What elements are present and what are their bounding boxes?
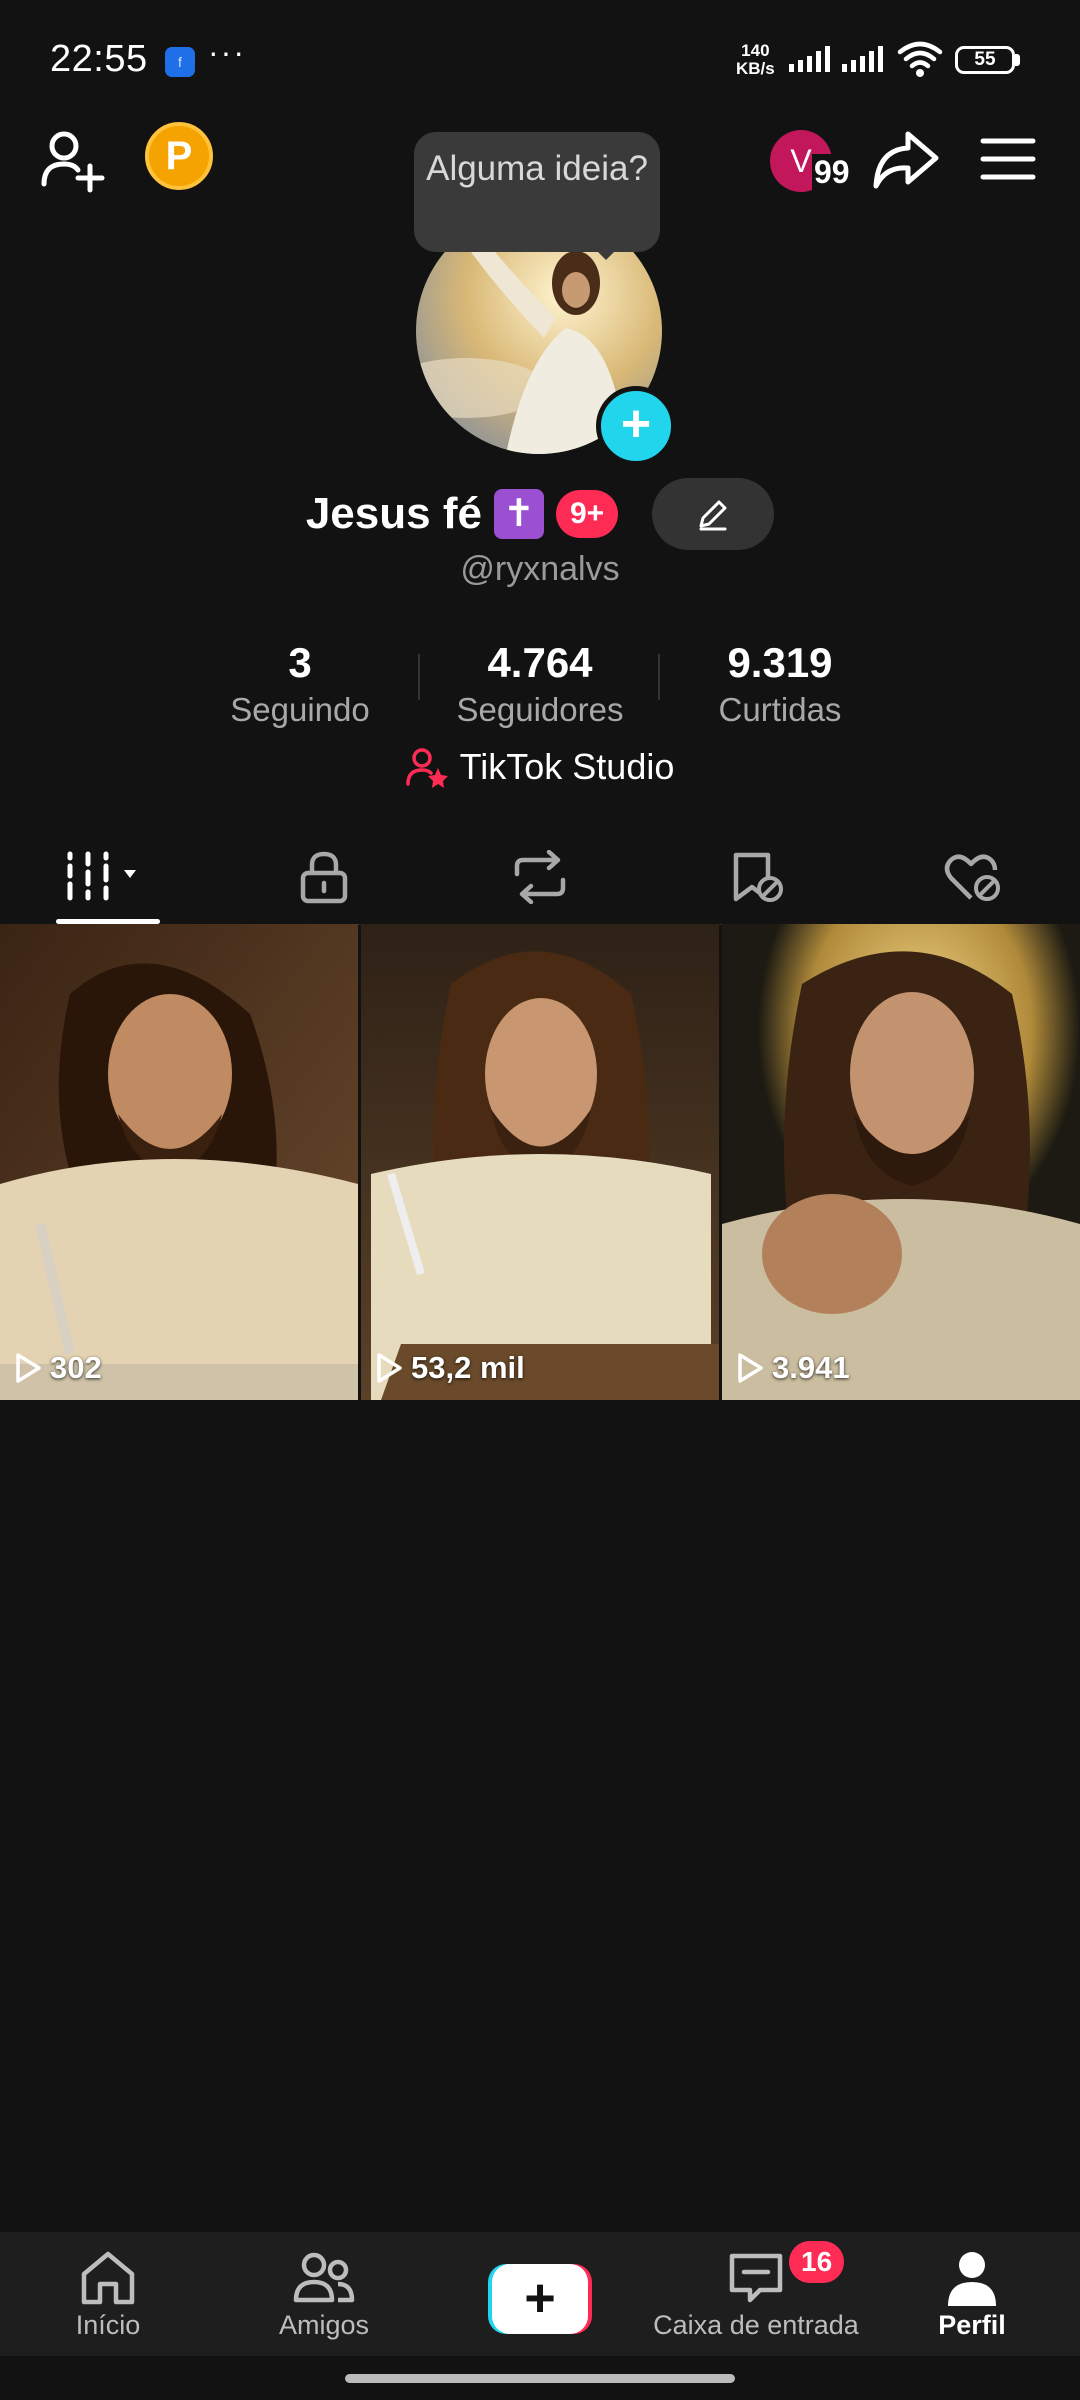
friends-icon [293, 2252, 355, 2303]
facebook-notification-icon: f [165, 47, 195, 77]
latin-cross-emoji: ✝ [493, 489, 544, 539]
lock-icon [300, 851, 348, 904]
tab-reposts[interactable] [432, 830, 648, 924]
name-row: Jesus fé ✝ 9+ [0, 478, 1080, 550]
wifi-icon [897, 41, 943, 77]
bookmark-hidden-icon [733, 852, 783, 902]
video-grid: 302 53,2 mil 3.941 [0, 924, 1080, 1400]
idea-tooltip[interactable]: Alguma ideia? [414, 132, 660, 252]
edit-profile-button[interactable] [652, 478, 775, 550]
profile-stats: 3 Seguindo 4.764 Seguidores 9.319 Curtid… [180, 636, 900, 730]
repost-icon [514, 850, 566, 904]
stat-value: 3 [288, 639, 312, 686]
tab-videos[interactable] [0, 830, 216, 924]
view-count-label: 302 [50, 1350, 102, 1385]
view-count: 3.941 [736, 1350, 850, 1386]
stat-followers[interactable]: 4.764 Seguidores [420, 636, 660, 730]
tab-favorites[interactable] [648, 830, 864, 924]
nav-friends-label: Amigos [278, 2310, 370, 2340]
share-icon[interactable] [870, 124, 942, 196]
stat-label: Seguidores [456, 691, 624, 728]
grid-icon [67, 851, 136, 901]
stat-value: 9.319 [727, 639, 833, 686]
home-icon [81, 2251, 135, 2305]
content-tabs [0, 830, 1080, 925]
nav-home[interactable]: Início [0, 2232, 216, 2356]
tab-liked[interactable] [864, 830, 1080, 924]
video-thumbnail-image [722, 924, 1080, 1400]
notification-badge[interactable]: 9+ [555, 490, 619, 538]
inbox-badge: 16 [786, 2238, 848, 2286]
signal-icon-2 [842, 46, 883, 72]
stat-value: 4.764 [487, 639, 593, 686]
bottom-navigation: Início Amigos + Caixa de entrada 16 Perf… [0, 2232, 1080, 2356]
video-thumbnail-image [361, 924, 719, 1400]
status-time: 22:55 [50, 38, 148, 80]
nav-profile-label: Perfil [938, 2310, 1006, 2340]
create-button[interactable]: + [488, 2264, 592, 2334]
creator-star-icon [405, 748, 448, 788]
video-thumbnail[interactable]: 3.941 [722, 924, 1080, 1400]
nav-profile[interactable]: Perfil [864, 2232, 1080, 2356]
nav-home-label: Início [75, 2310, 141, 2340]
tiktok-studio-label: TikTok Studio [459, 746, 675, 787]
profile-icon [948, 2252, 996, 2306]
view-count: 53,2 mil [375, 1350, 525, 1386]
stat-label: Seguindo [230, 691, 370, 728]
inbox-icon [729, 2253, 783, 2303]
display-name: Jesus fé [305, 489, 482, 538]
pencil-icon [699, 500, 727, 531]
plus-icon: + [492, 2264, 588, 2334]
add-story-button[interactable]: + [596, 386, 676, 466]
battery-tip [1015, 54, 1020, 66]
add-friend-icon[interactable] [40, 128, 106, 194]
view-count-label: 53,2 mil [411, 1350, 525, 1385]
network-speed: 140 KB/s [736, 41, 775, 78]
view-count: 302 [14, 1350, 102, 1386]
video-thumbnail[interactable]: 302 [0, 924, 358, 1400]
nav-inbox[interactable]: Caixa de entrada 16 [648, 2232, 864, 2356]
stat-label: Curtidas [718, 691, 842, 728]
play-icon [16, 1353, 41, 1383]
signal-icon [789, 46, 830, 72]
more-notifications-icon: ··· [208, 34, 246, 70]
stat-following[interactable]: 3 Seguindo [180, 636, 420, 730]
nav-inbox-label: Caixa de entrada [653, 2310, 859, 2340]
tiktok-studio-link[interactable]: TikTok Studio [0, 746, 1080, 788]
battery-icon: 55 [955, 46, 1015, 74]
tab-private[interactable] [216, 830, 432, 924]
home-indicator[interactable] [345, 2374, 735, 2383]
video-thumbnail-image [0, 924, 358, 1400]
view-count-label: 3.941 [772, 1350, 850, 1385]
username-handle: @ryxnalvs [460, 550, 620, 588]
nav-create[interactable]: + [432, 2232, 648, 2356]
coin-rewards-icon[interactable]: P [145, 122, 213, 190]
play-icon [377, 1353, 402, 1383]
play-icon [738, 1353, 763, 1383]
heart-hidden-icon [944, 854, 1000, 901]
menu-icon[interactable] [980, 136, 1036, 182]
video-thumbnail[interactable]: 53,2 mil [361, 924, 719, 1400]
tooltip-tail [592, 246, 620, 260]
profile-visitors-count[interactable]: 99 [812, 154, 852, 191]
nav-friends[interactable]: Amigos [216, 2232, 432, 2356]
stat-likes[interactable]: 9.319 Curtidas [660, 636, 900, 730]
